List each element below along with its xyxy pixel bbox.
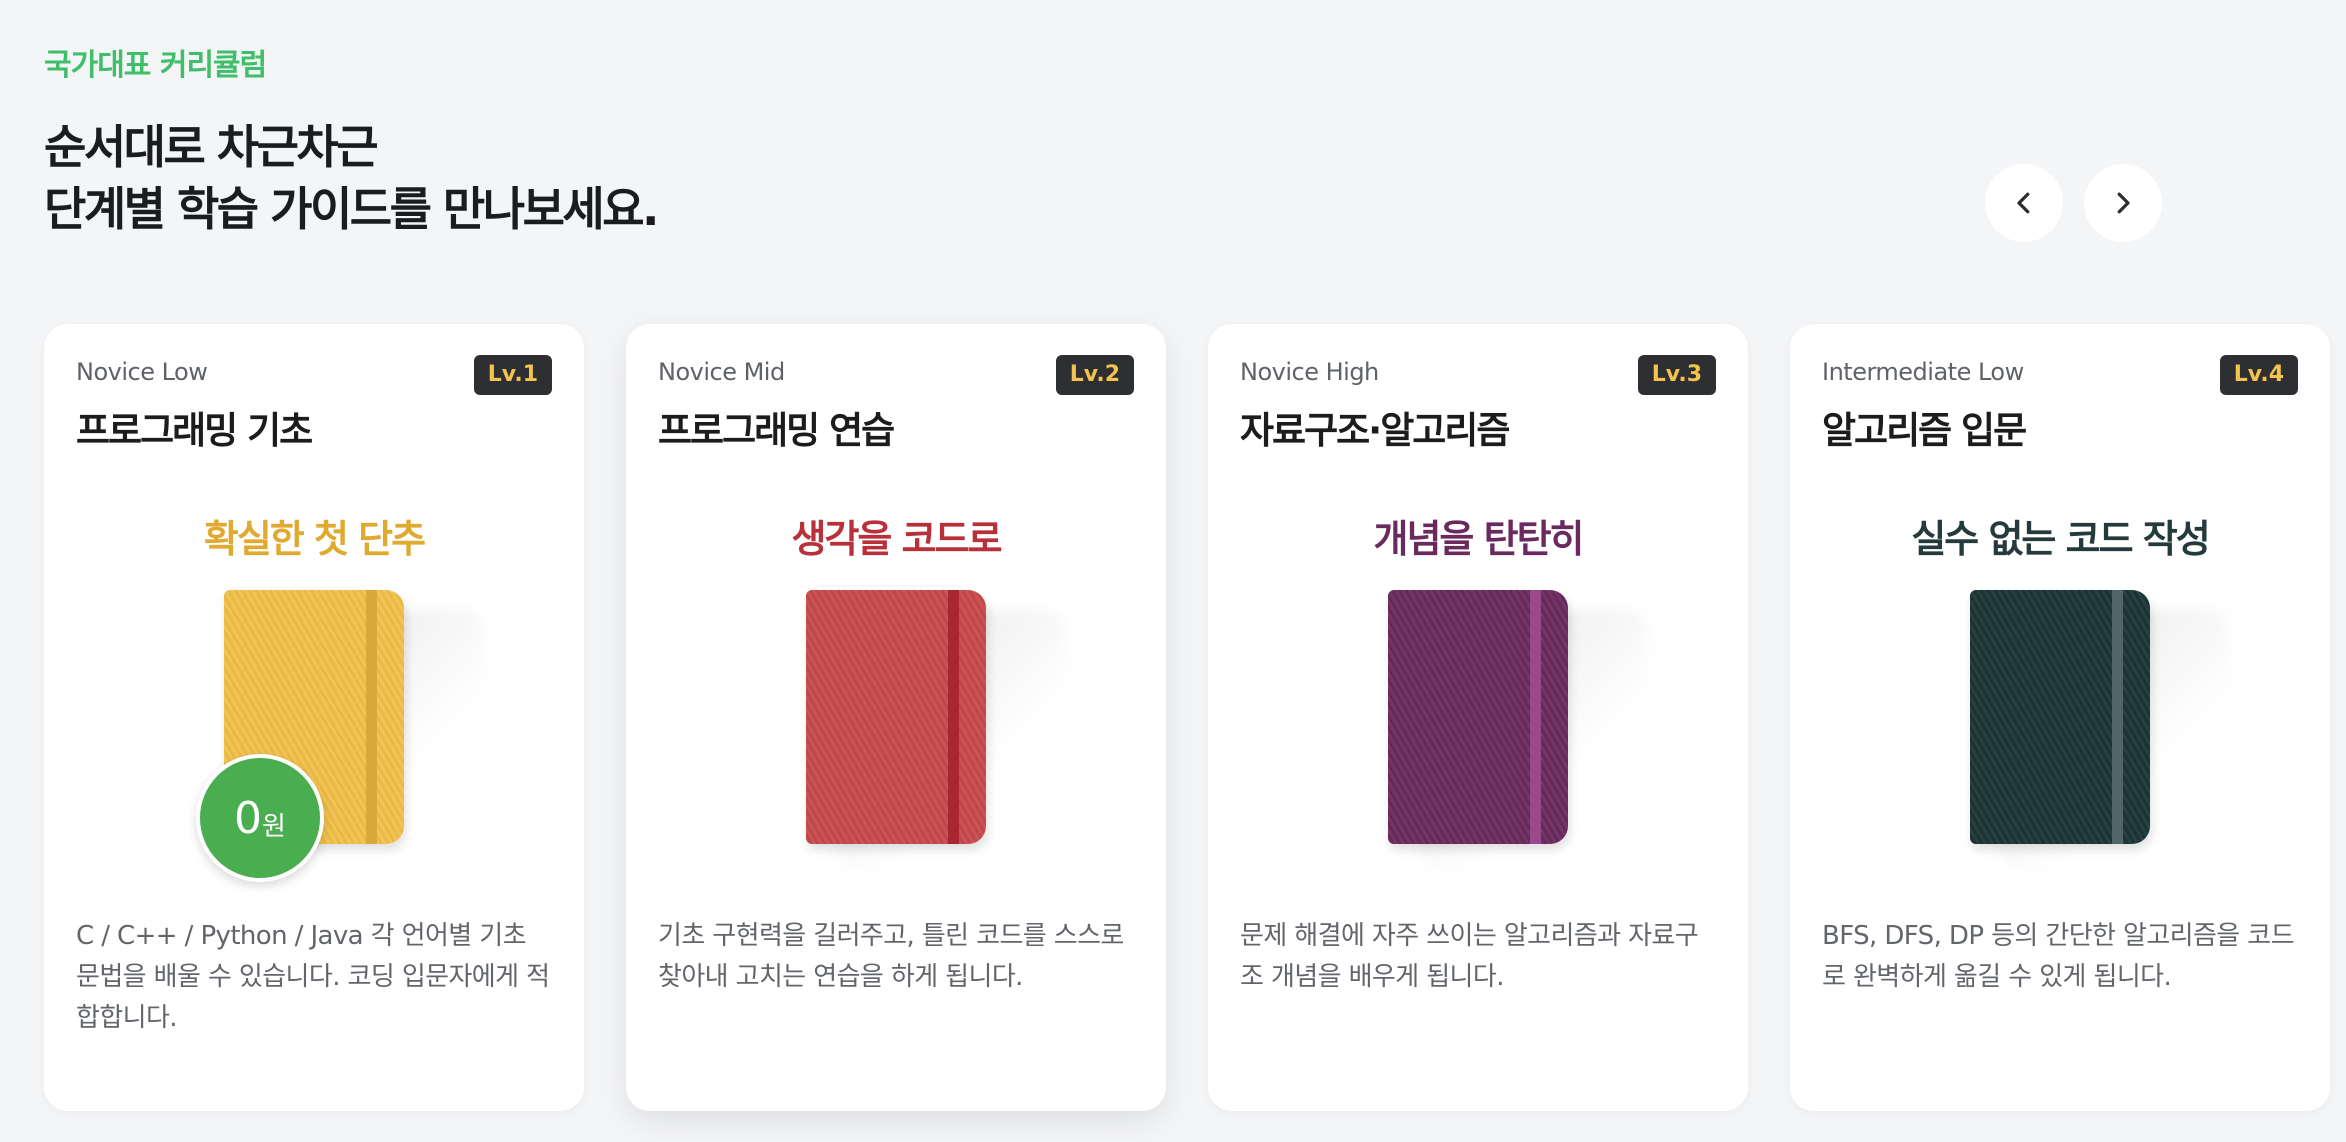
- notebook-illustration: [806, 590, 1066, 870]
- price-badge: 0 원: [196, 754, 324, 882]
- card-tagline: 생각을 코드로: [791, 517, 1003, 561]
- curriculum-card-lv1[interactable]: Novice Low Lv.1 프로그래밍 기초 확실한 첫 단추 0 원 C …: [44, 324, 584, 1111]
- card-description: C / C++ / Python / Java 각 언어별 기초 문법을 배울 …: [76, 921, 550, 1033]
- price-unit: 원: [262, 811, 286, 842]
- card-title: 알고리즘 입문: [1822, 409, 2027, 452]
- price-amount: 0: [234, 792, 263, 844]
- card-tagline: 개념을 탄탄히: [1373, 517, 1585, 561]
- card-description: 기초 구현력을 길러주고, 틀린 코드를 스스로 찾아내 고치는 연습을 하게 …: [658, 921, 1124, 992]
- card-level: Intermediate Low: [1822, 358, 2024, 386]
- card-level: Novice Low: [76, 358, 208, 386]
- notebook-illustration: [1970, 590, 2230, 870]
- curriculum-card-lv4[interactable]: Intermediate Low Lv.4 알고리즘 입문 실수 없는 코드 작…: [1790, 324, 2330, 1111]
- card-tagline: 확실한 첫 단추: [203, 517, 426, 561]
- carousel-prev-button[interactable]: [1985, 164, 2063, 242]
- card-title: 프로그래밍 기초: [76, 409, 313, 452]
- section-headline: 순서대로 차근차근 단계별 학습 가이드를 만나보세요.: [44, 116, 660, 240]
- level-badge: Lv.2: [1055, 355, 1134, 395]
- card-description: 문제 해결에 자주 쓰이는 알고리즘과 자료구조 개념을 배우게 됩니다.: [1240, 921, 1699, 992]
- section-eyebrow: 국가대표 커리큘럼: [44, 48, 267, 83]
- level-badge: Lv.3: [1637, 355, 1716, 395]
- card-tagline: 실수 없는 코드 작성: [1911, 517, 2210, 561]
- chevron-left-icon: [2017, 192, 2030, 214]
- level-badge: Lv.4: [2219, 355, 2298, 395]
- carousel-next-button[interactable]: [2084, 164, 2162, 242]
- card-title: 자료구조·알고리즘: [1240, 409, 1510, 452]
- curriculum-card-lv2[interactable]: Novice Mid Lv.2 프로그래밍 연습 생각을 코드로 기초 구현력을…: [626, 324, 1166, 1111]
- notebook-illustration: [1388, 590, 1648, 870]
- curriculum-card-lv3[interactable]: Novice High Lv.3 자료구조·알고리즘 개념을 탄탄히 문제 해결…: [1208, 324, 1748, 1111]
- card-description: BFS, DFS, DP 등의 간단한 알고리즘을 코드로 완벽하게 옮길 수 …: [1822, 921, 2295, 992]
- chevron-right-icon: [2117, 192, 2130, 214]
- level-badge: Lv.1: [473, 355, 552, 395]
- card-title: 프로그래밍 연습: [658, 409, 895, 452]
- headline-line-1: 순서대로 차근차근: [44, 120, 379, 174]
- headline-line-2: 단계별 학습 가이드를 만나보세요.: [44, 182, 660, 236]
- card-level: Novice Mid: [658, 358, 785, 386]
- card-level: Novice High: [1240, 358, 1379, 386]
